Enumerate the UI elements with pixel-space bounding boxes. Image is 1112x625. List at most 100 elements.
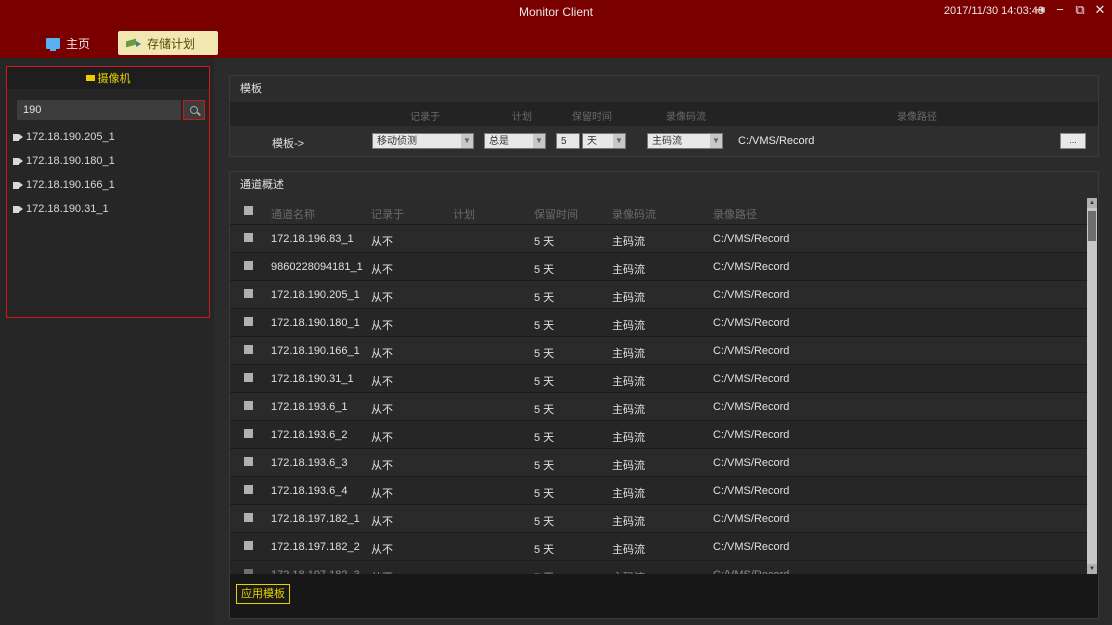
- channel-scrollbar[interactable]: ▲ ▼: [1087, 198, 1097, 574]
- cell-record: 从不: [371, 516, 393, 528]
- cell-name: 172.18.197.182_2: [271, 541, 360, 553]
- cell-stream: 主码流: [612, 292, 645, 304]
- tab-storage-plan[interactable]: 存储计划: [118, 31, 218, 55]
- left-panel: 摄像机 172.18.190.205_1 172.18.190.180_1 17…: [0, 58, 214, 625]
- minimize-icon[interactable]: −: [1052, 2, 1068, 18]
- col-stream: 录像码流: [612, 209, 656, 221]
- cell-stream: 主码流: [612, 404, 645, 416]
- browse-button[interactable]: ...: [1060, 133, 1086, 149]
- video-camera-icon: [13, 133, 23, 141]
- table-row[interactable]: 172.18.190.31_1 从不 5 天 主码流 C:/VMS/Record: [230, 364, 1088, 392]
- cell-path: C:/VMS/Record: [713, 457, 790, 469]
- scroll-down-icon[interactable]: ▼: [1087, 564, 1097, 574]
- datetime-display: 2017/11/30 14:03:48: [943, 5, 1044, 17]
- cell-path: C:/VMS/Record: [713, 373, 790, 385]
- row-checkbox[interactable]: [244, 289, 253, 298]
- table-row[interactable]: 172.18.190.166_1 从不 5 天 主码流 C:/VMS/Record: [230, 336, 1088, 364]
- row-checkbox[interactable]: [244, 485, 253, 494]
- retention-input[interactable]: 5: [556, 133, 580, 149]
- cell-record: 从不: [371, 460, 393, 472]
- select-all-checkbox[interactable]: [244, 206, 253, 215]
- template-col-path: 录像路径: [897, 112, 937, 123]
- cell-stream: 主码流: [612, 432, 645, 444]
- search-button[interactable]: [183, 100, 205, 120]
- row-checkbox[interactable]: [244, 233, 253, 242]
- record-mode-select[interactable]: 移动侦测 ▼: [372, 133, 474, 149]
- stream-select[interactable]: 主码流 ▼: [647, 133, 723, 149]
- camera-panel-header: 摄像机: [7, 67, 209, 89]
- tab-home[interactable]: 主页: [38, 31, 98, 55]
- cell-record: 从不: [371, 432, 393, 444]
- cell-stream: 主码流: [612, 516, 645, 528]
- camera-panel-title: 摄像机: [97, 73, 131, 85]
- camera-item-label: 172.18.190.166_1: [26, 179, 115, 191]
- camera-list-item[interactable]: 172.18.190.205_1: [9, 125, 209, 149]
- table-row[interactable]: 172.18.197.182_1 从不 5 天 主码流 C:/VMS/Record: [230, 504, 1088, 532]
- table-row[interactable]: 172.18.197.182_3从不5 天主码流C:/VMS/Record: [230, 560, 1088, 574]
- row-checkbox[interactable]: [244, 513, 253, 522]
- table-row[interactable]: 9860228094181_1 从不 5 天 主码流 C:/VMS/Record: [230, 252, 1088, 280]
- row-checkbox[interactable]: [244, 261, 253, 270]
- scroll-up-icon[interactable]: ▲: [1087, 198, 1097, 208]
- apply-template-button[interactable]: 应用模板: [236, 584, 290, 604]
- cell-record: 从不: [371, 376, 393, 388]
- camera-search: [17, 100, 205, 120]
- schedule-select[interactable]: 总是 ▼: [484, 133, 546, 149]
- cell-path: C:/VMS/Record: [713, 429, 790, 441]
- cell-retention: 5 天: [534, 292, 555, 304]
- row-checkbox[interactable]: [244, 457, 253, 466]
- table-row[interactable]: 172.18.190.205_1 从不 5 天 主码流 C:/VMS/Record: [230, 280, 1088, 308]
- table-row[interactable]: 172.18.193.6_2 从不 5 天 主码流 C:/VMS/Record: [230, 420, 1088, 448]
- camera-list-item[interactable]: 172.18.190.180_1: [9, 149, 209, 173]
- camera-panel: 摄像机 172.18.190.205_1 172.18.190.180_1 17…: [6, 66, 210, 318]
- stream-value: 主码流: [652, 136, 682, 147]
- chevron-down-icon: ▼: [613, 134, 625, 148]
- row-checkbox[interactable]: [244, 373, 253, 382]
- retention-value: 5: [561, 136, 567, 147]
- row-checkbox[interactable]: [244, 317, 253, 326]
- camera-list-item[interactable]: 172.18.190.166_1: [9, 173, 209, 197]
- template-header: 记录于 计划 保留时间 录像码流 录像路径: [230, 102, 1098, 126]
- row-checkbox[interactable]: [244, 401, 253, 410]
- cell-name: 172.18.190.205_1: [271, 289, 360, 301]
- chevron-down-icon: ▼: [710, 134, 722, 148]
- tab-storage-plan-label: 存储计划: [147, 36, 196, 51]
- row-checkbox[interactable]: [244, 541, 253, 550]
- row-checkbox[interactable]: [244, 429, 253, 438]
- search-input[interactable]: [17, 100, 181, 120]
- scroll-thumb[interactable]: [1088, 211, 1096, 241]
- logout-icon[interactable]: ⇥: [1032, 2, 1048, 18]
- cell-name: 172.18.193.6_1: [271, 401, 348, 413]
- cell-retention: 5 天: [534, 264, 555, 276]
- table-row[interactable]: 172.18.193.6_3 从不 5 天 主码流 C:/VMS/Record: [230, 448, 1088, 476]
- channel-panel: 通道概述 通道名称 记录于 计划 保留时间 录像码流 录像路径 172.18.1…: [229, 171, 1099, 619]
- camera-item-label: 172.18.190.205_1: [26, 131, 115, 143]
- retention-unit-select[interactable]: 天 ▼: [582, 133, 626, 149]
- restore-icon[interactable]: ⧉: [1072, 2, 1088, 18]
- video-camera-icon: [13, 181, 23, 189]
- close-icon[interactable]: ✕: [1092, 2, 1108, 18]
- cell-path: C:/VMS/Record: [713, 485, 790, 497]
- row-checkbox[interactable]: [244, 345, 253, 354]
- template-row: 模板-> 移动侦测 ▼ 总是 ▼ 5 天 ▼ 主码流 ▼ C:/VMS/Reco…: [230, 126, 1098, 156]
- cell-retention: 5 天: [534, 488, 555, 500]
- table-row[interactable]: 172.18.193.6_4 从不 5 天 主码流 C:/VMS/Record: [230, 476, 1088, 504]
- retention-unit-value: 天: [587, 136, 597, 147]
- chevron-down-icon: ▼: [461, 134, 473, 148]
- camera-list: 172.18.190.205_1 172.18.190.180_1 172.18…: [9, 125, 209, 221]
- cell-name: 172.18.193.6_4: [271, 485, 348, 497]
- title-bar: Monitor Client 2017/11/30 14:03:48 ⇥ − ⧉…: [0, 0, 1112, 58]
- template-col-stream: 录像码流: [666, 112, 706, 123]
- camera-list-item[interactable]: 172.18.190.31_1: [9, 197, 209, 221]
- cell-path: C:/VMS/Record: [713, 345, 790, 357]
- table-row[interactable]: 172.18.197.182_2 从不 5 天 主码流 C:/VMS/Record: [230, 532, 1088, 560]
- table-row[interactable]: 172.18.190.180_1 从不 5 天 主码流 C:/VMS/Record: [230, 308, 1088, 336]
- channel-table-header: 通道名称 记录于 计划 保留时间 录像码流 录像路径: [230, 198, 1088, 224]
- channel-panel-title: 通道概述: [230, 172, 1098, 198]
- cell-stream: 主码流: [612, 264, 645, 276]
- window-controls: ⇥ − ⧉ ✕: [1032, 2, 1108, 18]
- table-row[interactable]: 172.18.196.83_1 从不 5 天 主码流 C:/VMS/Record: [230, 224, 1088, 252]
- cell-name: 172.18.193.6_3: [271, 457, 348, 469]
- table-row[interactable]: 172.18.193.6_1 从不 5 天 主码流 C:/VMS/Record: [230, 392, 1088, 420]
- cell-name: 172.18.196.83_1: [271, 233, 354, 245]
